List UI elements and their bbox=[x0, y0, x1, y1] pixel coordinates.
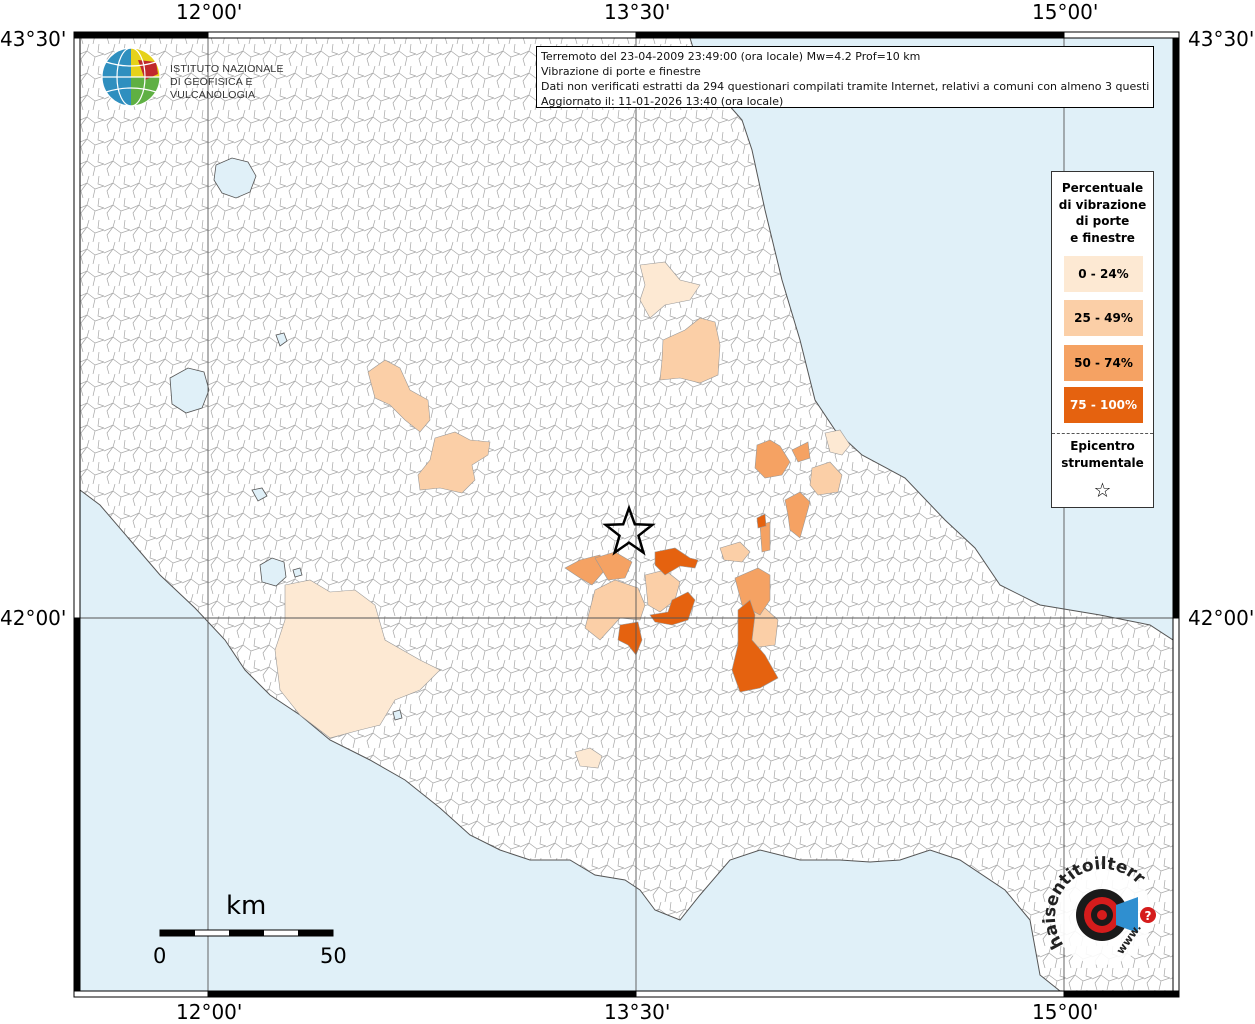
lake-small bbox=[292, 567, 303, 578]
data-note-line: Dati non verificati estratti da 294 ques… bbox=[541, 80, 1149, 93]
legend-epicenter-line: strumentale bbox=[1061, 456, 1144, 470]
badge-question-mark: ? bbox=[1145, 909, 1152, 923]
coord-bottom-3: 15°00' bbox=[1032, 1000, 1099, 1024]
scale-end: 50 bbox=[320, 944, 347, 968]
event-line: Terremoto del 23-04-2009 23:49:00 (ora l… bbox=[541, 50, 921, 63]
legend: Percentuale di vibrazione di porte e fin… bbox=[1051, 171, 1154, 508]
legend-class-2: 50 - 74% bbox=[1064, 345, 1143, 381]
updated-line: Aggiornato il: 11-01-2026 13:40 (ora loc… bbox=[541, 95, 784, 108]
legend-title-line: di porte bbox=[1075, 214, 1130, 228]
legend-class-label: 25 - 49% bbox=[1074, 311, 1133, 325]
legend-class-1: 25 - 49% bbox=[1064, 300, 1143, 336]
scale-bar bbox=[159, 929, 334, 937]
lake-albano bbox=[392, 709, 403, 721]
legend-epicenter-line: Epicentro bbox=[1070, 439, 1135, 453]
scale-start: 0 bbox=[153, 944, 167, 968]
coord-top-3: 15°00' bbox=[1032, 0, 1099, 24]
coord-right-2: 42°00' bbox=[1188, 606, 1255, 630]
legend-epicenter-label: Epicentro strumentale bbox=[1052, 438, 1153, 472]
ingv-logo: ISTITUTO NAZIONALE DI GEOFISICA E VULCAN… bbox=[100, 47, 310, 109]
coord-top-2: 13°30' bbox=[604, 0, 671, 24]
ingv-name-line1: ISTITUTO NAZIONALE bbox=[170, 63, 284, 75]
scale-unit: km bbox=[226, 891, 267, 921]
legend-class-label: 50 - 74% bbox=[1074, 356, 1133, 370]
event-info-box: Terremoto del 23-04-2009 23:49:00 (ora l… bbox=[536, 46, 1154, 108]
ingv-name-line2: DI GEOFISICA E VULCANOLOGIA bbox=[170, 76, 256, 101]
legend-star-icon: ☆ bbox=[1093, 478, 1112, 502]
coord-bottom-2: 13°30' bbox=[604, 1000, 671, 1024]
legend-title: Percentuale di vibrazione di porte e fin… bbox=[1052, 180, 1153, 246]
legend-class-label: 75 - 100% bbox=[1069, 398, 1138, 412]
seismic-map: haisentitoilterremoto.it ? www. bbox=[73, 31, 1180, 998]
coord-right-1: 43°30' bbox=[1188, 27, 1255, 51]
coord-bottom-1: 12°00' bbox=[176, 1000, 243, 1024]
legend-title-line: e finestre bbox=[1070, 230, 1135, 245]
legend-title-line: Percentuale bbox=[1061, 181, 1144, 195]
coord-top-1: 12°00' bbox=[176, 0, 243, 24]
legend-separator bbox=[1052, 433, 1153, 434]
legend-class-label: 0 - 24% bbox=[1078, 267, 1129, 281]
parameter-line: Vibrazione di porte e finestre bbox=[541, 65, 701, 78]
legend-class-0: 0 - 24% bbox=[1064, 256, 1143, 292]
coord-left-1: 43°30' bbox=[0, 27, 67, 51]
coord-left-2: 42°00' bbox=[0, 606, 67, 630]
legend-title-line: di vibrazione bbox=[1058, 197, 1147, 212]
legend-class-3: 75 - 100% bbox=[1064, 387, 1143, 423]
